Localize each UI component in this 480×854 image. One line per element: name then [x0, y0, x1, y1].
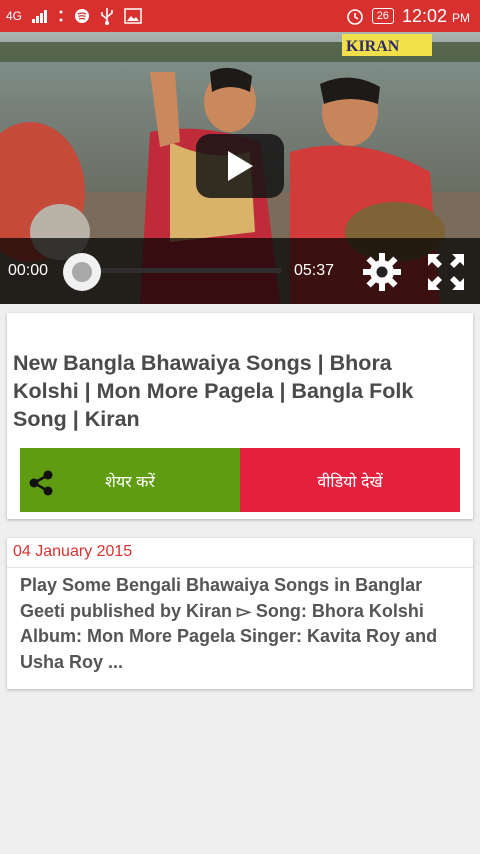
video-controls: 00:00 05:37	[0, 238, 480, 304]
seek-bar[interactable]	[80, 268, 282, 273]
clock: 12:02 PM	[402, 6, 470, 27]
more-icon	[59, 10, 63, 22]
play-icon	[228, 151, 253, 181]
status-right-icons: 26 12:02 PM	[346, 6, 480, 27]
settings-button[interactable]	[360, 250, 404, 294]
fullscreen-icon	[428, 254, 464, 290]
battery-indicator: 26	[371, 8, 394, 24]
share-button[interactable]: शेयर करें	[20, 448, 240, 512]
watch-video-button[interactable]: वीडियो देखें	[240, 448, 460, 512]
gear-icon	[363, 253, 401, 291]
fullscreen-button[interactable]	[424, 250, 468, 294]
seek-handle[interactable]	[63, 253, 101, 291]
video-player[interactable]: KIRAN 00:00 05:37	[0, 32, 480, 304]
alarm-icon	[346, 9, 363, 25]
status-left-icons: 4G	[0, 7, 142, 25]
video-description: Play Some Bengali Bhawaiya Songs in Bang…	[20, 575, 438, 672]
play-button[interactable]	[196, 134, 284, 198]
signal-icon	[32, 10, 48, 23]
status-bar: 4G 26 12:02 PM	[0, 0, 480, 32]
video-title: New Bangla Bhawaiya Songs | Bhora Kolshi…	[13, 351, 414, 431]
share-button-label: शेयर करें	[105, 474, 155, 491]
divider	[7, 567, 473, 568]
video-watermark: KIRAN	[346, 38, 400, 55]
app-notification-icon	[75, 9, 90, 23]
description-card: 04 January 2015 Play Some Bengali Bhawai…	[7, 538, 473, 689]
current-time: 00:00	[8, 262, 49, 279]
watch-video-button-label: वीडियो देखें	[317, 474, 383, 491]
duration: 05:37	[294, 262, 335, 279]
network-type: 4G	[6, 9, 23, 23]
publish-date: 04 January 2015	[13, 543, 133, 560]
video-info-card: New Bangla Bhawaiya Songs | Bhora Kolshi…	[7, 313, 473, 519]
clock-time: 12:02	[401, 5, 447, 26]
usb-icon	[101, 8, 113, 25]
clock-ampm: PM	[452, 10, 470, 25]
image-icon	[124, 8, 142, 24]
